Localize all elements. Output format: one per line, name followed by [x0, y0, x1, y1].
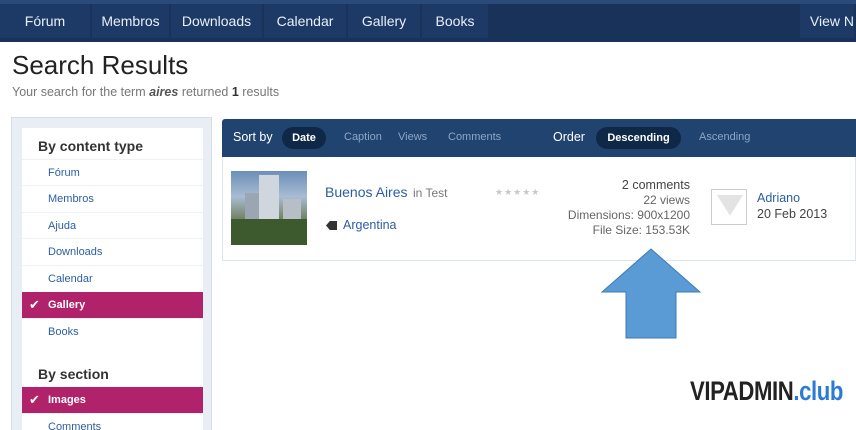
- author-link[interactable]: Adriano: [757, 191, 800, 205]
- thumbnail-building: [259, 175, 279, 225]
- search-result-item: Buenos Aires in Test Argentina ★★★★★ 2 c…: [222, 157, 856, 261]
- comments-count: 2 comments: [621, 178, 690, 192]
- nav-item-downloads[interactable]: Downloads: [171, 4, 264, 38]
- search-term: aires: [149, 85, 179, 99]
- content-type-heading: By content type: [38, 138, 144, 154]
- filter-item-ajuda[interactable]: Ajuda: [22, 212, 203, 238]
- filter-label: Calendar: [48, 273, 93, 285]
- category-link[interactable]: Test: [425, 186, 447, 200]
- section-item-images[interactable]: ✔ Images: [22, 387, 203, 413]
- nav-item-forum[interactable]: Fórum: [0, 4, 92, 38]
- filter-label: Fórum: [48, 167, 80, 179]
- views-count: 22 views: [643, 193, 690, 207]
- filter-item-calendar[interactable]: Calendar: [22, 265, 203, 291]
- filter-label: Membros: [48, 193, 94, 205]
- filter-sidebar: By content type Fórum Membros Ajuda Down…: [11, 117, 212, 430]
- section-label: Images: [48, 394, 86, 406]
- in-word: in: [413, 186, 423, 200]
- watermark-suffix: .club: [793, 376, 843, 406]
- result-count: 1: [231, 85, 239, 99]
- annotation-arrow-icon: [601, 248, 701, 339]
- result-title-link[interactable]: Buenos Aires: [325, 184, 408, 200]
- watermark-main: VIPADMIN: [690, 376, 794, 406]
- filter-item-forum[interactable]: Fórum: [22, 159, 203, 185]
- filter-item-membros[interactable]: Membros: [22, 185, 203, 211]
- sort-bar: Sort by Date Caption Views Comments Orde…: [222, 119, 856, 157]
- summary-results-word: results: [242, 85, 280, 99]
- post-date: 20 Feb 2013: [757, 207, 828, 221]
- section-item-comments[interactable]: Comments: [22, 413, 203, 430]
- file-size: File Size: 153.53K: [592, 223, 690, 237]
- checkmark-icon: ✔: [29, 392, 40, 407]
- filter-item-gallery[interactable]: ✔ Gallery: [22, 292, 203, 318]
- sort-by-label: Sort by: [233, 130, 273, 144]
- sort-option-caption[interactable]: Caption: [344, 131, 382, 143]
- star-rating-icon[interactable]: ★★★★★: [495, 187, 540, 198]
- top-navigation: Fórum Membros Downloads Calendar Gallery…: [0, 0, 856, 42]
- image-dimensions: Dimensions: 900x1200: [567, 208, 690, 222]
- result-thumbnail[interactable]: [231, 171, 307, 245]
- summary-returned: returned: [181, 85, 229, 99]
- filter-label: Ajuda: [48, 220, 77, 232]
- nav-item-calendar[interactable]: Calendar: [264, 4, 348, 38]
- nav-item-membros[interactable]: Membros: [92, 4, 171, 38]
- result-stats: 2 comments 22 views Dimensions: 900x1200…: [568, 178, 690, 238]
- thumbnail-trees: [231, 219, 307, 245]
- nav-item-view-new[interactable]: View N: [800, 4, 856, 38]
- checkmark-icon: ✔: [29, 297, 40, 312]
- section-label: Comments: [48, 421, 102, 430]
- search-summary: Your search for the term aires returned …: [12, 85, 279, 99]
- summary-prefix: Your search for the term: [12, 85, 146, 99]
- nav-item-books[interactable]: Books: [422, 4, 490, 38]
- order-label: Order: [553, 130, 585, 144]
- filter-label: Downloads: [48, 246, 103, 258]
- nav-item-gallery[interactable]: Gallery: [348, 4, 422, 38]
- tag-icon: [326, 221, 337, 230]
- sort-option-comments[interactable]: Comments: [448, 131, 501, 143]
- sort-option-date[interactable]: Date: [282, 127, 326, 149]
- result-category: in Test: [413, 186, 447, 200]
- page-title: Search Results: [12, 50, 189, 80]
- filter-item-books[interactable]: Books: [22, 318, 203, 344]
- sort-option-views[interactable]: Views: [398, 131, 427, 143]
- order-option-descending[interactable]: Descending: [596, 127, 681, 149]
- tag-link[interactable]: Argentina: [343, 218, 397, 232]
- section-heading: By section: [38, 366, 109, 382]
- default-avatar-icon: [717, 195, 743, 216]
- avatar[interactable]: [711, 189, 747, 225]
- filter-label: Books: [48, 326, 79, 338]
- filter-label: Gallery: [48, 299, 86, 311]
- order-option-ascending[interactable]: Ascending: [699, 131, 750, 143]
- filter-item-downloads[interactable]: Downloads: [22, 238, 203, 264]
- watermark-logo: VIPADMIN.club: [690, 376, 843, 407]
